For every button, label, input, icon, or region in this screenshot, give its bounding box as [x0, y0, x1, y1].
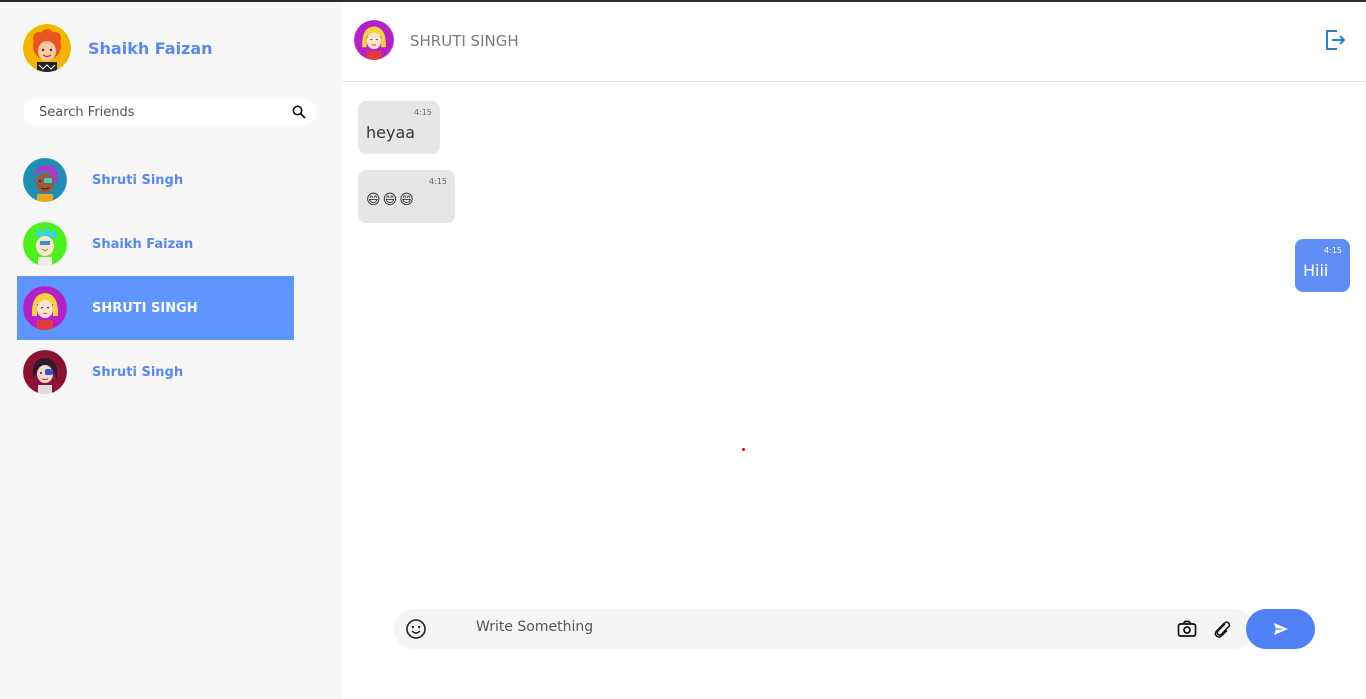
user-profile: Shaikh Faizan [23, 24, 213, 72]
smiley-icon[interactable] [405, 618, 427, 640]
contact-name: Shaikh Faizan [92, 236, 194, 252]
contact-avatar [23, 158, 67, 202]
message-bubble-outgoing: 4:15 Hiii [1295, 239, 1350, 292]
contact-item[interactable]: Shaikh Faizan [17, 212, 294, 276]
contact-item[interactable]: Shruti Singh [17, 340, 294, 404]
paperclip-icon[interactable] [1212, 619, 1232, 639]
chat-header: SHRUTI SINGH [342, 2, 1366, 82]
contact-item[interactable]: Shruti Singh [17, 148, 294, 212]
message-time: 4:15 [1324, 246, 1342, 255]
send-button[interactable] [1246, 609, 1315, 649]
message-input[interactable] [476, 619, 1076, 635]
search-bar [23, 98, 317, 126]
chat-partner-avatar [354, 20, 394, 60]
user-name: Shaikh Faizan [88, 38, 213, 58]
camera-icon[interactable] [1177, 619, 1197, 639]
contact-avatar [23, 286, 67, 330]
contact-avatar [23, 350, 67, 394]
message-time: 4:15 [429, 177, 447, 186]
send-icon [1273, 623, 1288, 635]
contact-avatar [23, 222, 67, 266]
logout-icon[interactable] [1324, 29, 1346, 51]
message-time: 4:15 [414, 108, 432, 117]
message-bubble-incoming: 4:15 heyaa [358, 101, 440, 154]
contact-name: Shruti Singh [92, 172, 184, 188]
search-input[interactable] [39, 104, 279, 120]
contact-name: Shruti Singh [92, 364, 184, 380]
message-text: 😄😄😄 [366, 192, 416, 208]
chat-title: SHRUTI SINGH [410, 32, 519, 50]
message-composer [394, 609, 1254, 649]
message-text: heyaa [366, 123, 416, 142]
user-avatar [23, 24, 71, 72]
contact-item-active[interactable]: SHRUTI SINGH [17, 276, 294, 340]
message-text: Hiii [1303, 261, 1329, 280]
sidebar: Shaikh Faizan Shruti Singh Shai [0, 2, 342, 699]
contact-name: SHRUTI SINGH [92, 300, 198, 316]
message-bubble-incoming: 4:15 😄😄😄 [358, 170, 455, 223]
search-icon[interactable] [292, 105, 306, 119]
cursor-dot [742, 448, 745, 451]
